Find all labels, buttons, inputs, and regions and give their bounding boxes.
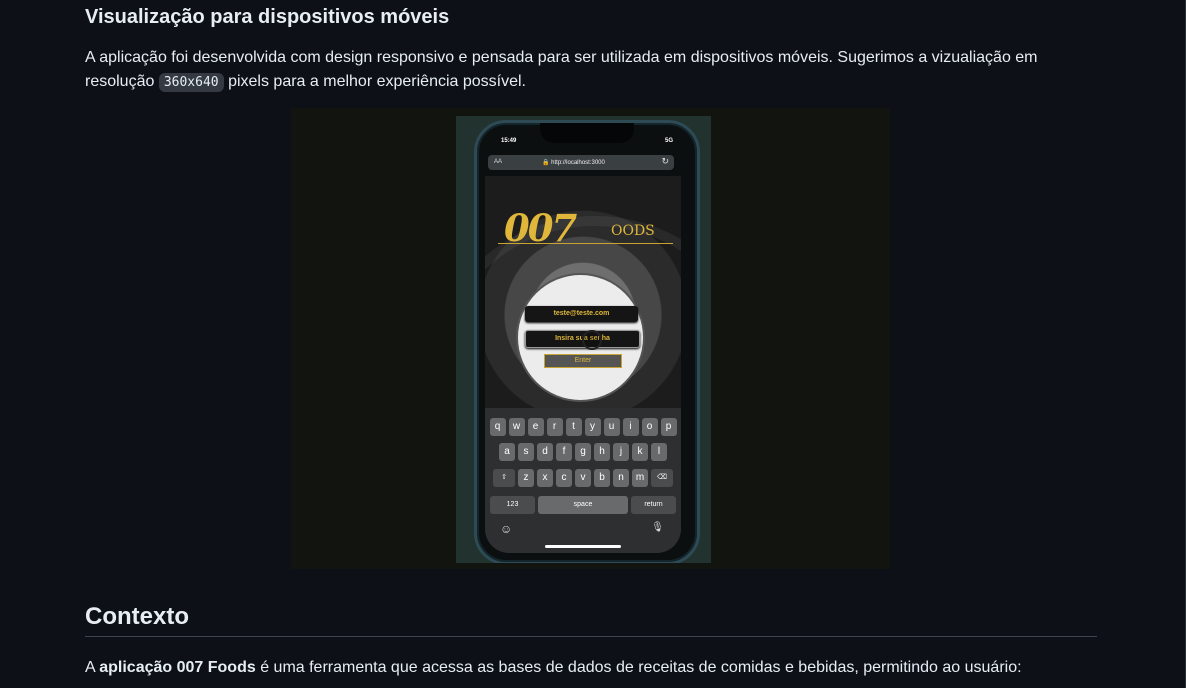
- lock-icon: 🔒: [542, 160, 550, 166]
- status-time: 15:49: [501, 138, 517, 144]
- keyboard-key[interactable]: k: [632, 443, 648, 461]
- resolution-code: 360x640: [158, 73, 224, 92]
- keyboard-key[interactable]: l: [651, 443, 667, 461]
- keyboard-key[interactable]: j: [613, 443, 629, 461]
- keyboard-key[interactable]: o: [641, 418, 658, 436]
- keyboard-key[interactable]: i: [622, 418, 639, 436]
- keyboard-key[interactable]: c: [556, 469, 572, 487]
- keyboard-row-3-letters: zxcvbnm: [518, 469, 648, 487]
- return-key[interactable]: return: [631, 496, 676, 514]
- phone-notch: [540, 123, 634, 143]
- app-logo-sub: OODS: [611, 223, 655, 239]
- keyboard-key[interactable]: x: [537, 469, 553, 487]
- context-app-name: aplicação 007 Foods: [99, 659, 256, 676]
- keyboard-key[interactable]: r: [546, 418, 563, 436]
- logo-underline: [498, 243, 673, 244]
- space-key[interactable]: space: [538, 496, 628, 514]
- keyboard-key[interactable]: g: [575, 443, 591, 461]
- keyboard-key[interactable]: f: [556, 443, 572, 461]
- mobile-paragraph: A aplicação foi desenvolvida com design …: [85, 46, 1105, 95]
- keyboard-key[interactable]: e: [527, 418, 544, 436]
- keyboard-row-3: ⇧ zxcvbnm ⌫: [485, 469, 681, 487]
- emoji-icon[interactable]: ☺: [500, 522, 512, 536]
- microphone-icon[interactable]: 🎙: [651, 522, 664, 533]
- keyboard-key[interactable]: m: [632, 469, 648, 487]
- keyboard-key[interactable]: y: [584, 418, 601, 436]
- keyboard-key[interactable]: z: [518, 469, 534, 487]
- context-heading: Contexto: [85, 603, 189, 630]
- reload-icon[interactable]: ↻: [661, 156, 669, 167]
- home-indicator: [545, 545, 621, 548]
- keyboard-key[interactable]: p: [660, 418, 677, 436]
- keyboard-row-2: asdfghjkl: [485, 443, 681, 461]
- reader-mode-button[interactable]: AA: [494, 159, 502, 165]
- enter-button[interactable]: Enter: [544, 354, 622, 368]
- shift-key[interactable]: ⇧: [493, 469, 515, 487]
- app-screen: 007 OODS teste@teste.com Insira sua senh…: [485, 176, 681, 408]
- context-suffix: é uma ferramenta que acessa as bases de …: [255, 659, 1022, 676]
- url-text: 🔒 http://localhost:3000: [542, 159, 605, 166]
- heading-divider: [85, 636, 1097, 637]
- keyboard-key[interactable]: d: [537, 443, 553, 461]
- keyboard-key[interactable]: w: [508, 418, 525, 436]
- keyboard-key[interactable]: s: [518, 443, 534, 461]
- numbers-key[interactable]: 123: [490, 496, 535, 514]
- keyboard-key[interactable]: n: [613, 469, 629, 487]
- keyboard-key[interactable]: v: [575, 469, 591, 487]
- virtual-keyboard: qwertyuiop asdfghjkl ⇧ zxcvbnm ⌫ 123 spa…: [485, 408, 681, 553]
- status-network: 5G: [664, 138, 673, 144]
- browser-url-bar[interactable]: AA 🔒 http://localhost:3000 ↻: [488, 155, 674, 170]
- touch-indicator: [582, 330, 602, 350]
- keyboard-key[interactable]: u: [603, 418, 620, 436]
- backspace-key[interactable]: ⌫: [651, 469, 673, 487]
- url-value: http://localhost:3000: [551, 160, 605, 166]
- context-prefix: A: [85, 659, 100, 676]
- keyboard-row-1: qwertyuiop: [485, 418, 681, 436]
- email-field[interactable]: teste@teste.com: [525, 306, 638, 322]
- phone-mockup: 15:49 5G AA 🔒 http://localhost:3000 ↻ 00…: [456, 116, 711, 563]
- keyboard-row-4: 123 space return: [485, 496, 681, 514]
- keyboard-key[interactable]: a: [499, 443, 515, 461]
- mobile-text-after: pixels para a melhor experiência possíve…: [223, 73, 526, 90]
- keyboard-key[interactable]: q: [489, 418, 506, 436]
- phone-frame: 15:49 5G AA 🔒 http://localhost:3000 ↻ 00…: [474, 120, 700, 563]
- keyboard-key[interactable]: h: [594, 443, 610, 461]
- keyboard-key[interactable]: b: [594, 469, 610, 487]
- context-paragraph: A aplicação 007 Foods é uma ferramenta q…: [85, 656, 1022, 680]
- keyboard-key[interactable]: t: [565, 418, 582, 436]
- section-heading: Visualização para dispositivos móveis: [85, 6, 450, 28]
